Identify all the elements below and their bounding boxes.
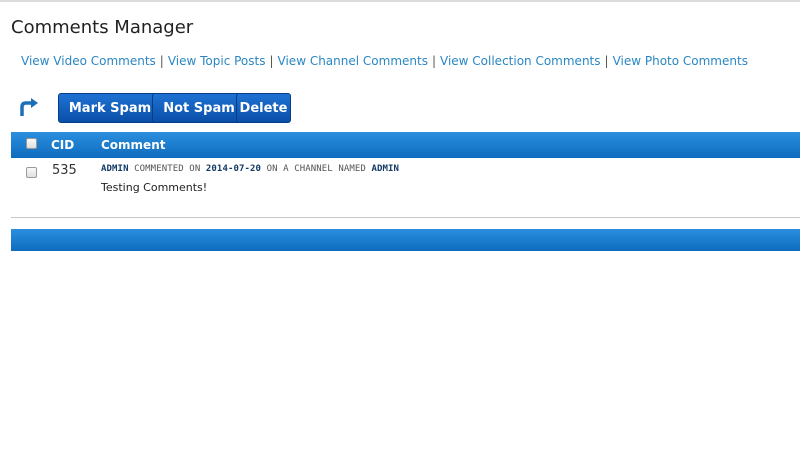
comment-author[interactable]: ADMIN bbox=[101, 164, 129, 174]
column-header-cid: CID bbox=[51, 138, 75, 152]
not-spam-button[interactable]: Not Spam bbox=[152, 93, 246, 123]
comment-meta: ADMIN COMMENTED ON 2014-07-20 ON A CHANN… bbox=[101, 164, 399, 174]
nav-link-collection-comments[interactable]: View Collection Comments bbox=[440, 54, 601, 68]
select-all-checkbox[interactable] bbox=[26, 138, 37, 149]
comment-text: Testing Comments! bbox=[101, 181, 208, 194]
nav-separator: | bbox=[159, 54, 164, 68]
comment-channel[interactable]: ADMIN bbox=[371, 164, 399, 174]
comment-type-nav: View Video Comments | View Topic Posts | Vie… bbox=[21, 54, 748, 68]
row-divider bbox=[11, 217, 800, 218]
row-checkbox[interactable] bbox=[26, 167, 37, 178]
nav-separator: | bbox=[269, 54, 274, 68]
comment-meta-text: COMMENTED ON bbox=[134, 164, 201, 174]
nav-separator: | bbox=[431, 54, 436, 68]
delete-button[interactable]: Delete bbox=[236, 93, 291, 123]
comment-id: 535 bbox=[52, 163, 77, 178]
nav-link-video-comments[interactable]: View Video Comments bbox=[21, 54, 156, 68]
nav-link-topic-posts[interactable]: View Topic Posts bbox=[168, 54, 266, 68]
table-header: CID Comment bbox=[11, 132, 800, 158]
bulk-action-arrow-icon bbox=[20, 98, 38, 116]
table-row: 535 ADMIN COMMENTED ON 2014-07-20 ON A C… bbox=[11, 158, 800, 218]
nav-link-channel-comments[interactable]: View Channel Comments bbox=[278, 54, 428, 68]
nav-link-photo-comments[interactable]: View Photo Comments bbox=[613, 54, 748, 68]
mark-spam-button[interactable]: Mark Spam bbox=[58, 93, 162, 123]
comment-meta-text: ON A CHANNEL NAMED bbox=[266, 164, 366, 174]
page-title: Comments Manager bbox=[11, 17, 194, 38]
top-border bbox=[0, 0, 800, 2]
comment-date: 2014-07-20 bbox=[205, 164, 262, 174]
nav-separator: | bbox=[604, 54, 609, 68]
table-footer bbox=[11, 229, 800, 251]
column-header-comment: Comment bbox=[101, 138, 166, 152]
